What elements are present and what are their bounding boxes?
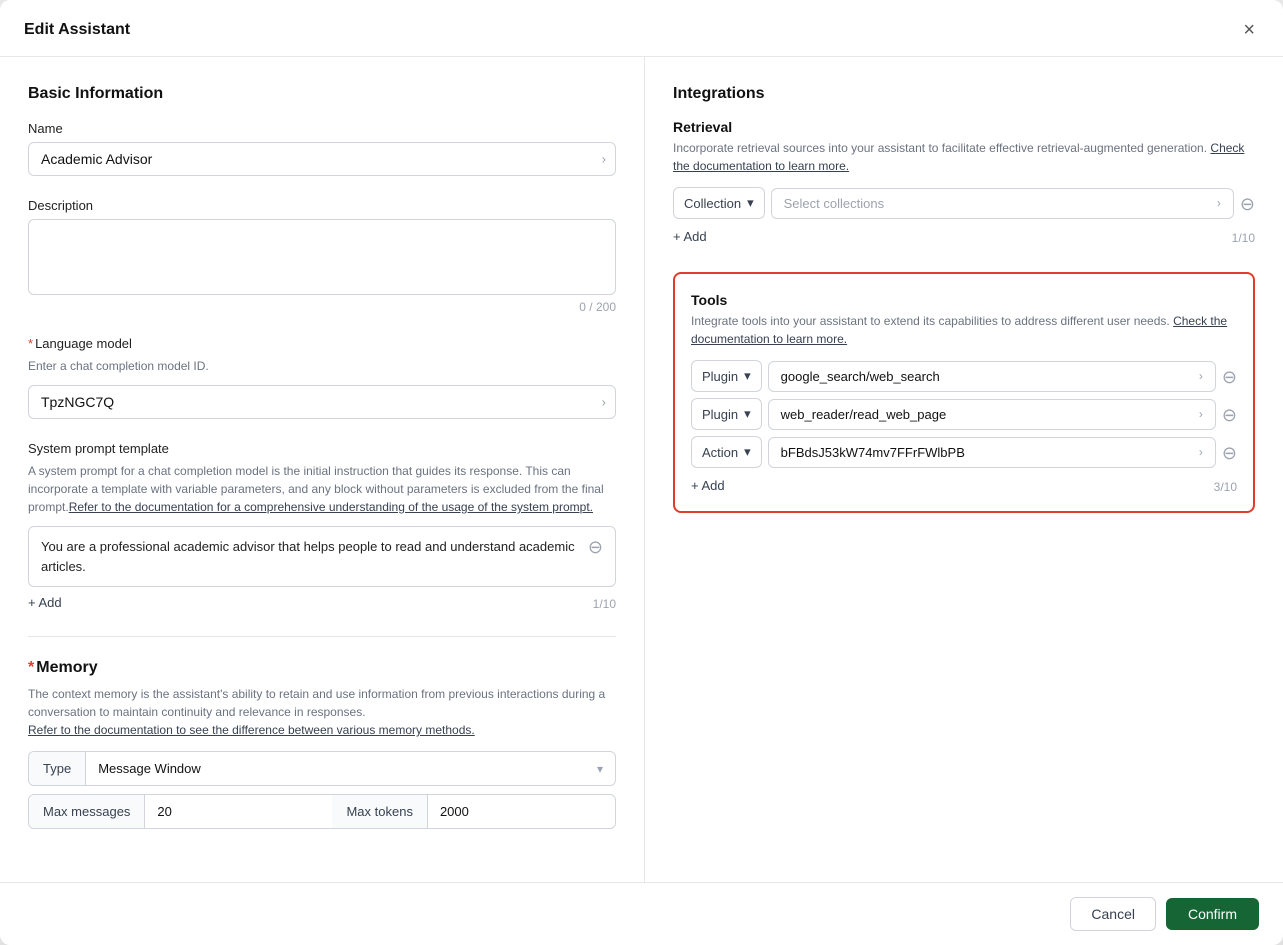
tools-row-1: Plugin ▾ web_reader/read_web_page › ⊖ bbox=[691, 398, 1237, 430]
memory-link[interactable]: Refer to the documentation to see the di… bbox=[28, 723, 475, 737]
system-prompt-label: System prompt template bbox=[28, 441, 616, 456]
tools-value-field-1[interactable]: web_reader/read_web_page › bbox=[768, 399, 1216, 430]
system-prompt-count: 1/10 bbox=[593, 597, 616, 611]
retrieval-title: Retrieval bbox=[673, 119, 1255, 135]
memory-max-messages-label: Max messages bbox=[29, 795, 145, 828]
modal-header: Edit Assistant × bbox=[0, 0, 1283, 57]
basic-info-title: Basic Information bbox=[28, 85, 616, 103]
system-prompt-count-row: + Add 1/10 bbox=[28, 591, 616, 614]
tools-count-row: + Add 3/10 bbox=[691, 474, 1237, 497]
name-field-section: Name › bbox=[28, 121, 616, 176]
name-input-wrapper: › bbox=[28, 142, 616, 176]
required-star-mem: * bbox=[28, 659, 34, 676]
memory-max-tokens-label: Max tokens bbox=[332, 795, 427, 828]
language-model-section: *Language model Enter a chat completion … bbox=[28, 336, 616, 419]
language-model-input[interactable] bbox=[28, 385, 616, 419]
tools-title: Tools bbox=[691, 292, 1237, 308]
retrieval-arrow: › bbox=[1217, 196, 1221, 210]
name-label: Name bbox=[28, 121, 616, 136]
retrieval-remove-button[interactable]: ⊖ bbox=[1240, 195, 1255, 213]
tools-count: 3/10 bbox=[1214, 480, 1237, 494]
description-field-section: Description 0 / 200 bbox=[28, 198, 616, 314]
required-star-lm: * bbox=[28, 336, 33, 351]
modal-title: Edit Assistant bbox=[24, 21, 130, 39]
tools-type-chevron-0: ▾ bbox=[744, 368, 751, 384]
left-panel: Basic Information Name › Description 0 /… bbox=[0, 57, 645, 882]
tools-value-arrow-0: › bbox=[1199, 369, 1203, 383]
memory-max-tokens-input[interactable] bbox=[440, 804, 520, 819]
memory-type-label: Type bbox=[29, 752, 86, 785]
tools-value-field-2[interactable]: bFBdsJ53kW74mv7FFrFWlbPB › bbox=[768, 437, 1216, 468]
divider bbox=[28, 636, 616, 637]
tools-type-select-1[interactable]: Plugin ▾ bbox=[691, 398, 762, 430]
system-prompt-helper: A system prompt for a chat completion mo… bbox=[28, 462, 616, 516]
retrieval-add-button[interactable]: + Add bbox=[673, 225, 707, 248]
integrations-title: Integrations bbox=[673, 85, 1255, 103]
tools-value-field-0[interactable]: google_search/web_search › bbox=[768, 361, 1216, 392]
system-prompt-text: You are a professional academic advisor … bbox=[41, 537, 580, 576]
memory-max-messages-cell bbox=[145, 795, 332, 828]
memory-type-value-cell[interactable]: Message Window ▾ bbox=[86, 752, 615, 785]
retrieval-value-field[interactable]: Select collections › bbox=[771, 188, 1234, 219]
memory-section: *Memory The context memory is the assist… bbox=[28, 659, 616, 829]
modal-footer: Cancel Confirm bbox=[0, 882, 1283, 945]
memory-type-chevron: ▾ bbox=[597, 762, 603, 776]
tools-remove-button-0[interactable]: ⊖ bbox=[1222, 368, 1237, 386]
cancel-button[interactable]: Cancel bbox=[1070, 897, 1156, 931]
retrieval-section: Retrieval Incorporate retrieval sources … bbox=[673, 119, 1255, 248]
retrieval-row: Collection ▾ Select collections › ⊖ bbox=[673, 187, 1255, 219]
edit-assistant-modal: Edit Assistant × Basic Information Name … bbox=[0, 0, 1283, 945]
confirm-button[interactable]: Confirm bbox=[1166, 898, 1259, 930]
language-model-input-wrapper: › bbox=[28, 385, 616, 419]
memory-helper: The context memory is the assistant's ab… bbox=[28, 685, 616, 739]
tools-type-chevron-1: ▾ bbox=[744, 406, 751, 422]
tools-remove-button-1[interactable]: ⊖ bbox=[1222, 406, 1237, 424]
memory-params-row: Max messages Max tokens bbox=[28, 794, 616, 829]
system-prompt-link[interactable]: Refer to the documentation for a compreh… bbox=[69, 500, 593, 514]
memory-max-tokens-cell bbox=[428, 795, 615, 828]
description-wrapper: 0 / 200 bbox=[28, 219, 616, 314]
description-textarea[interactable] bbox=[28, 219, 616, 295]
tools-section: Tools Integrate tools into your assistan… bbox=[673, 272, 1255, 513]
tools-type-chevron-2: ▾ bbox=[744, 444, 751, 460]
retrieval-helper: Incorporate retrieval sources into your … bbox=[673, 139, 1255, 175]
tools-type-select-2[interactable]: Action ▾ bbox=[691, 436, 762, 468]
language-model-label: *Language model bbox=[28, 336, 616, 351]
name-input[interactable] bbox=[28, 142, 616, 176]
memory-type-row: Type Message Window ▾ bbox=[28, 751, 616, 786]
retrieval-chevron: ▾ bbox=[747, 195, 754, 211]
modal-body: Basic Information Name › Description 0 /… bbox=[0, 57, 1283, 882]
retrieval-placeholder: Select collections bbox=[784, 196, 884, 211]
description-char-count: 0 / 200 bbox=[28, 300, 616, 314]
system-prompt-block: You are a professional academic advisor … bbox=[28, 526, 616, 587]
system-prompt-section: System prompt template A system prompt f… bbox=[28, 441, 616, 614]
tools-value-arrow-2: › bbox=[1199, 445, 1203, 459]
retrieval-count-row: + Add 1/10 bbox=[673, 225, 1255, 248]
tools-value-arrow-1: › bbox=[1199, 407, 1203, 421]
add-prompt-button[interactable]: + Add bbox=[28, 591, 62, 614]
close-button[interactable]: × bbox=[1239, 18, 1259, 42]
tools-helper: Integrate tools into your assistant to e… bbox=[691, 312, 1237, 348]
tools-add-button[interactable]: + Add bbox=[691, 474, 725, 497]
retrieval-type-select[interactable]: Collection ▾ bbox=[673, 187, 765, 219]
tools-type-select-0[interactable]: Plugin ▾ bbox=[691, 360, 762, 392]
tools-rows-container: Plugin ▾ google_search/web_search › ⊖ Pl… bbox=[691, 360, 1237, 468]
remove-prompt-button[interactable]: ⊖ bbox=[588, 538, 603, 556]
retrieval-count: 1/10 bbox=[1232, 231, 1255, 245]
memory-max-messages-input[interactable] bbox=[157, 804, 217, 819]
tools-row-2: Action ▾ bFBdsJ53kW74mv7FFrFWlbPB › ⊖ bbox=[691, 436, 1237, 468]
language-model-helper: Enter a chat completion model ID. bbox=[28, 357, 616, 375]
memory-title: *Memory bbox=[28, 659, 616, 677]
description-label: Description bbox=[28, 198, 616, 213]
tools-remove-button-2[interactable]: ⊖ bbox=[1222, 444, 1237, 462]
tools-row-0: Plugin ▾ google_search/web_search › ⊖ bbox=[691, 360, 1237, 392]
right-panel: Integrations Retrieval Incorporate retri… bbox=[645, 57, 1283, 882]
